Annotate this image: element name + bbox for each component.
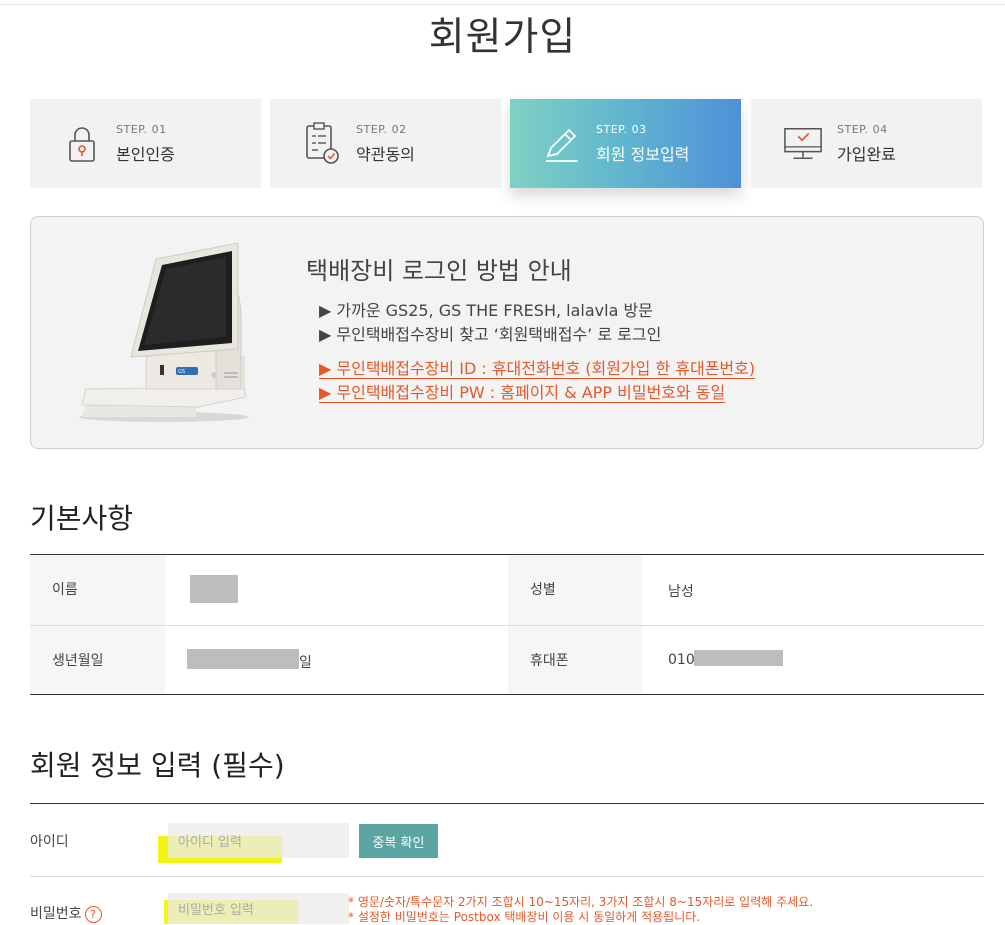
id-input[interactable]: 아이디 입력 xyxy=(168,823,349,858)
member-table-top-border xyxy=(30,803,984,804)
pencil-icon xyxy=(542,122,582,166)
name-label: 이름 xyxy=(52,582,78,598)
lock-icon xyxy=(62,122,102,166)
step-02: STEP. 02 약관동의 xyxy=(270,99,501,188)
gender-value: 남성 xyxy=(668,584,694,600)
phone-prefix: 010 xyxy=(668,652,695,668)
step-number: STEP. 02 xyxy=(356,122,407,136)
step-label: 약관동의 xyxy=(356,144,415,164)
checklist-icon xyxy=(302,121,342,166)
step-04: STEP. 04 가입완료 xyxy=(751,99,982,188)
table-top-border xyxy=(30,554,984,555)
table-row-divider xyxy=(30,625,984,626)
phone-label: 휴대폰 xyxy=(530,653,569,669)
birth-value-masked xyxy=(187,649,299,669)
monitor-check-icon xyxy=(783,122,823,166)
password-label-wrap: 비밀번호? xyxy=(30,903,102,923)
top-divider xyxy=(0,4,1005,5)
member-info-title: 회원 정보 입력 (필수) xyxy=(30,749,285,782)
guide-line-2: ▶ 무인택배접수장비 찾고 ‘회원택배접수’ 로 로그인 xyxy=(319,325,662,344)
step-number: STEP. 04 xyxy=(837,122,888,136)
password-device-note: * 설정한 비밀번호는 Postbox 택배장비 이용 시 동일하게 적용됩니다… xyxy=(348,910,701,924)
step-label: 가입완료 xyxy=(837,144,896,164)
guide-line-pw: ▶ 무인택배접수장비 PW : 홈페이지 & APP 비밀번호와 동일 xyxy=(319,383,726,402)
member-row-divider xyxy=(30,876,984,877)
basic-info-title: 기본사항 xyxy=(30,502,134,535)
gender-label: 성별 xyxy=(530,582,556,598)
birth-label: 생년월일 xyxy=(52,653,104,669)
birth-suffix: 일 xyxy=(299,655,312,671)
name-value-masked xyxy=(190,575,238,603)
step-label: 본인인증 xyxy=(116,144,175,164)
guide-line-1: ▶ 가까운 GS25, GS THE FRESH, lalavla 방문 xyxy=(319,301,653,320)
id-label: 아이디 xyxy=(30,834,69,850)
login-guide-box: GS 택배장비 로그인 방법 안내 ▶ 가까운 GS25, GS THE FRE… xyxy=(30,216,984,449)
step-01: STEP. 01 본인인증 xyxy=(30,99,261,188)
kiosk-image: GS xyxy=(76,239,251,428)
kiosk-brand: GS xyxy=(178,369,185,375)
password-label: 비밀번호 xyxy=(30,906,82,922)
duplicate-check-button[interactable]: 중복 확인 xyxy=(359,824,438,858)
step-03: STEP. 03 회원 정보입력 xyxy=(510,99,741,188)
guide-title: 택배장비 로그인 방법 안내 xyxy=(306,257,572,285)
table-bottom-border xyxy=(30,694,984,695)
guide-line-id: ▶ 무인택배접수장비 ID : 휴대전화번호 (회원가입 한 휴대폰번호) xyxy=(319,359,756,378)
phone-value-masked xyxy=(694,650,783,666)
page-title: 회원가입 xyxy=(428,15,577,60)
step-number: STEP. 03 xyxy=(596,122,647,136)
password-input[interactable]: 비밀번호 입력 xyxy=(168,893,349,924)
step-number: STEP. 01 xyxy=(116,122,167,136)
help-icon[interactable]: ? xyxy=(84,905,102,923)
step-label: 회원 정보입력 xyxy=(596,144,690,164)
